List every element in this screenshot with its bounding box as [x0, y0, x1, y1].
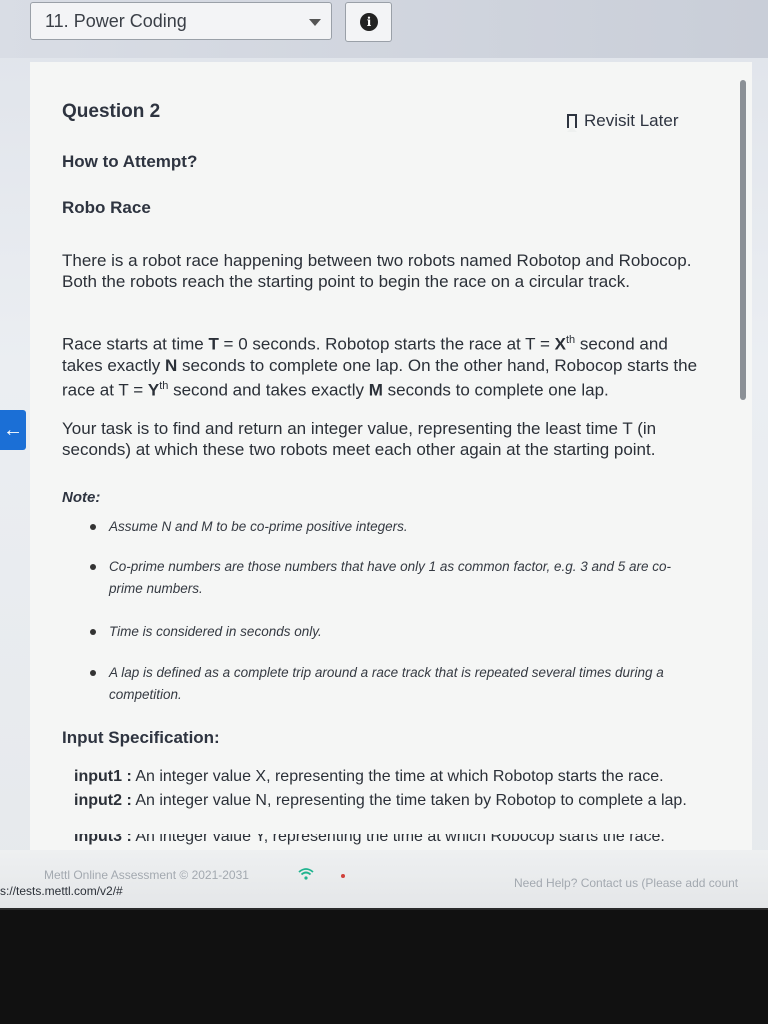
footer: Mettl Online Assessment © 2021-2031 Need…: [0, 850, 768, 910]
top-bar: 11. Power Coding i: [0, 0, 768, 58]
input-spec-item: input1 : An integer value X, representin…: [74, 768, 664, 785]
info-icon: i: [360, 13, 378, 31]
app-window: 11. Power Coding i ← Question 2 Revisit …: [0, 0, 768, 910]
section-select-value: 11. Power Coding: [45, 11, 187, 31]
arrow-left-icon[interactable]: ←: [0, 410, 26, 450]
revisit-later-button[interactable]: Revisit Later: [567, 111, 679, 132]
problem-paragraph: There is a robot race happening between …: [62, 251, 692, 291]
input-spec-item: input2 : An integer value N, representin…: [74, 792, 687, 809]
problem-paragraph-rules: Race starts at time T = 0 seconds. Robot…: [62, 334, 698, 400]
section-select[interactable]: 11. Power Coding: [30, 2, 332, 40]
revisit-later-label: Revisit Later: [584, 111, 679, 130]
question-title: Question 2: [62, 101, 161, 122]
bookmark-icon: [567, 114, 577, 132]
need-help-link[interactable]: Need Help? Contact us (Please add count: [514, 876, 738, 890]
footer-copyright: Mettl Online Assessment © 2021-2031: [44, 868, 249, 882]
input-spec-item: input3 : An integer value Y, representin…: [74, 834, 665, 845]
scrollbar[interactable]: [740, 80, 746, 400]
monitor-bottom: [0, 910, 768, 1024]
how-to-attempt-heading: How to Attempt?: [62, 152, 198, 171]
info-button[interactable]: i: [345, 2, 392, 42]
status-dot: [341, 874, 345, 878]
task-paragraph: Your task is to find and return an integ…: [62, 419, 657, 459]
wifi-icon: [298, 868, 314, 880]
note-label: Note:: [62, 489, 101, 506]
problem-title: Robo Race: [62, 198, 151, 217]
status-url: s://tests.mettl.com/v2/#: [0, 884, 123, 898]
chevron-down-icon: [309, 19, 321, 26]
input-specification-heading: Input Specification:: [62, 728, 220, 747]
